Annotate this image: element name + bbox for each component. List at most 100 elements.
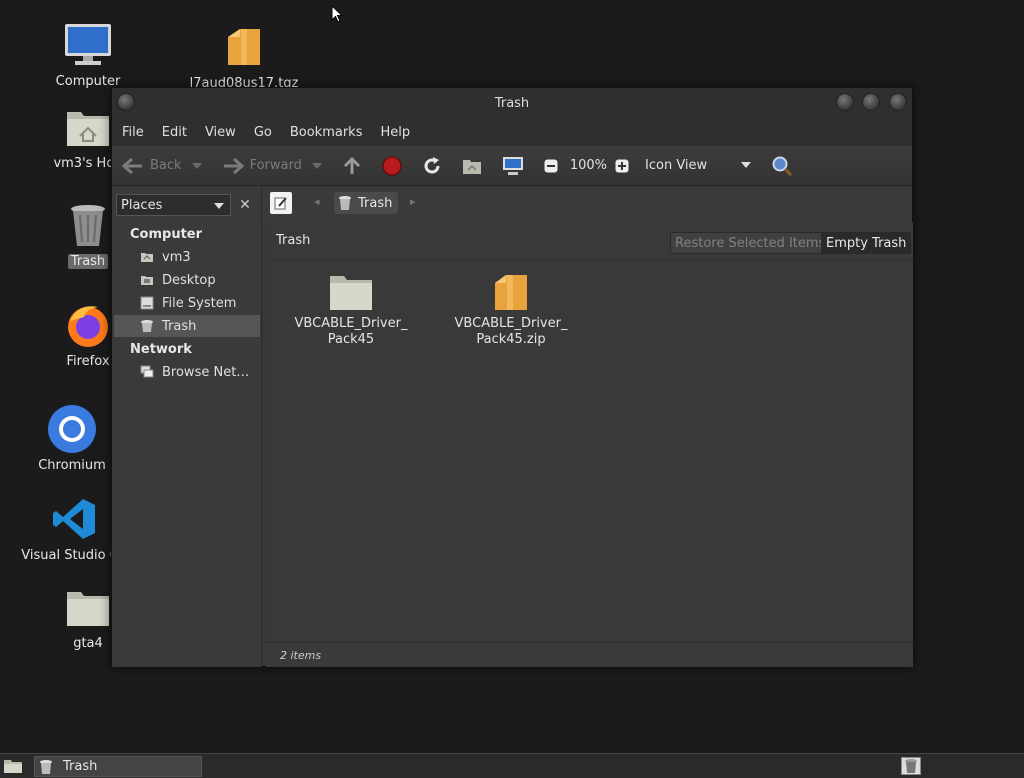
desktop-icon-archive[interactable]: l7aud08us17.tgz bbox=[189, 22, 299, 91]
empty-trash-button[interactable]: Empty Trash bbox=[821, 232, 912, 254]
forward-label: Forward bbox=[249, 158, 302, 173]
reload-button[interactable] bbox=[422, 156, 448, 176]
search-button[interactable] bbox=[771, 155, 799, 177]
show-desktop-button[interactable] bbox=[3, 757, 23, 775]
sidebar-section-network: Network bbox=[130, 342, 192, 357]
crumb-scroll-left[interactable]: ◂ bbox=[314, 195, 320, 208]
back-button[interactable]: Back bbox=[122, 157, 208, 175]
stop-button[interactable] bbox=[382, 156, 408, 176]
menu-go[interactable]: Go bbox=[254, 125, 272, 140]
file-manager-window: Trash File Edit View Go Bookmarks Help B… bbox=[111, 87, 913, 667]
reload-icon bbox=[424, 156, 440, 173]
network-icon bbox=[140, 365, 154, 378]
crumb-scroll-right[interactable]: ▸ bbox=[410, 195, 416, 208]
menu-file[interactable]: File bbox=[122, 125, 144, 140]
file-name: VBCABLE_Driver_ Pack45.zip bbox=[454, 316, 568, 347]
sidebar-selector[interactable]: Places bbox=[116, 194, 231, 216]
trash-header: Trash Restore Selected Items Empty Trash bbox=[266, 222, 913, 260]
content-title: Trash bbox=[276, 233, 311, 248]
drive-icon bbox=[140, 296, 154, 310]
folder-icon bbox=[4, 760, 22, 773]
chevron-down-icon bbox=[311, 162, 322, 169]
computer-icon bbox=[63, 20, 113, 70]
home-button[interactable] bbox=[462, 157, 488, 175]
toolbar: Back Forward 100% Icon View bbox=[112, 146, 912, 186]
zoom-out-button[interactable] bbox=[544, 159, 564, 173]
trash-icon bbox=[141, 320, 153, 332]
sidebar-item-desktop[interactable]: Desktop bbox=[114, 269, 260, 291]
sidebar-item-browse-network[interactable]: Browse Net… bbox=[114, 361, 260, 383]
sidebar-item-label: Trash bbox=[162, 318, 197, 334]
view-mode-select[interactable]: Icon View bbox=[645, 158, 757, 173]
file-item[interactable]: VBCABLE_Driver_ Pack45 bbox=[286, 272, 416, 348]
arrow-up-icon bbox=[343, 156, 360, 174]
taskbar-window-trash[interactable]: Trash bbox=[34, 756, 202, 777]
edit-icon bbox=[274, 197, 287, 210]
desktop-icon bbox=[141, 276, 153, 285]
desktop-icon-label: Trash bbox=[67, 254, 109, 269]
sidebar-item-trash[interactable]: Trash bbox=[114, 315, 260, 337]
computer-button[interactable] bbox=[502, 156, 530, 176]
taskbar-window-label: Trash bbox=[63, 759, 98, 774]
trash-icon bbox=[905, 759, 917, 773]
chromium-icon bbox=[47, 404, 97, 454]
mouse-cursor-icon bbox=[331, 5, 343, 23]
close-sidebar-button[interactable]: ✕ bbox=[234, 194, 256, 216]
zoom-level: 100% bbox=[569, 158, 608, 173]
breadcrumb-trash[interactable]: Trash bbox=[334, 192, 399, 214]
vscode-icon bbox=[49, 494, 99, 544]
zoom-in-button[interactable] bbox=[615, 159, 635, 173]
sidebar-item-vm3[interactable]: vm3 bbox=[114, 246, 260, 268]
tray-trash-icon[interactable] bbox=[901, 757, 921, 775]
menu-help[interactable]: Help bbox=[380, 125, 410, 140]
toggle-location-button[interactable] bbox=[270, 192, 292, 214]
zoom-in-icon bbox=[615, 159, 629, 172]
sidebar-item-label: File System bbox=[162, 295, 237, 311]
menu-bar: File Edit View Go Bookmarks Help bbox=[112, 118, 912, 146]
back-label: Back bbox=[150, 158, 182, 173]
restore-selected-button[interactable]: Restore Selected Items bbox=[670, 232, 831, 254]
forward-button[interactable]: Forward bbox=[222, 157, 328, 175]
window-menu-button[interactable] bbox=[117, 93, 135, 111]
home-folder-icon bbox=[63, 102, 113, 152]
file-item[interactable]: VBCABLE_Driver_ Pack45.zip bbox=[446, 272, 576, 348]
firefox-icon bbox=[63, 300, 113, 350]
desktop-icon-label: gta4 bbox=[73, 636, 103, 651]
window-title: Trash bbox=[494, 95, 530, 111]
home-icon bbox=[141, 253, 153, 262]
sidebar-selector-label: Places bbox=[121, 197, 163, 213]
archive-icon bbox=[495, 275, 527, 310]
file-name: VBCABLE_Driver_ Pack45 bbox=[294, 316, 408, 347]
sidebar-section-computer: Computer bbox=[130, 227, 203, 242]
sidebar-item-label: Desktop bbox=[162, 272, 216, 288]
minimize-button[interactable] bbox=[836, 93, 854, 111]
taskbar: Trash bbox=[0, 753, 1024, 778]
breadcrumb-label: Trash bbox=[358, 195, 393, 211]
trash-icon bbox=[339, 196, 351, 210]
menu-edit[interactable]: Edit bbox=[162, 125, 187, 140]
folder-icon bbox=[330, 276, 372, 310]
archive-icon bbox=[219, 22, 269, 72]
menu-view[interactable]: View bbox=[205, 125, 236, 140]
desktop-icon-computer[interactable]: Computer bbox=[33, 20, 143, 89]
sidebar-item-label: Browse Net… bbox=[162, 364, 250, 380]
chevron-down-icon bbox=[191, 162, 202, 169]
content-pane: Trash Restore Selected Items Empty Trash… bbox=[266, 222, 913, 642]
arrow-right-icon bbox=[223, 157, 244, 174]
desktop-icon-label: Firefox bbox=[66, 354, 110, 369]
folder-icon bbox=[63, 582, 113, 632]
trash-icon bbox=[63, 200, 113, 250]
title-bar[interactable]: Trash bbox=[112, 88, 912, 118]
maximize-button[interactable] bbox=[862, 93, 880, 111]
home-folder-icon bbox=[462, 159, 481, 174]
chevron-down-icon bbox=[741, 162, 752, 168]
close-button[interactable] bbox=[889, 93, 907, 111]
status-bar: 2 items bbox=[266, 642, 913, 667]
computer-icon bbox=[502, 156, 523, 175]
arrow-left-icon bbox=[122, 157, 142, 174]
search-icon bbox=[772, 156, 793, 176]
sidebar-item-file-system[interactable]: File System bbox=[114, 292, 260, 314]
up-button[interactable] bbox=[342, 156, 368, 176]
menu-bookmarks[interactable]: Bookmarks bbox=[290, 125, 363, 140]
view-mode-label: Icon View bbox=[645, 158, 708, 173]
